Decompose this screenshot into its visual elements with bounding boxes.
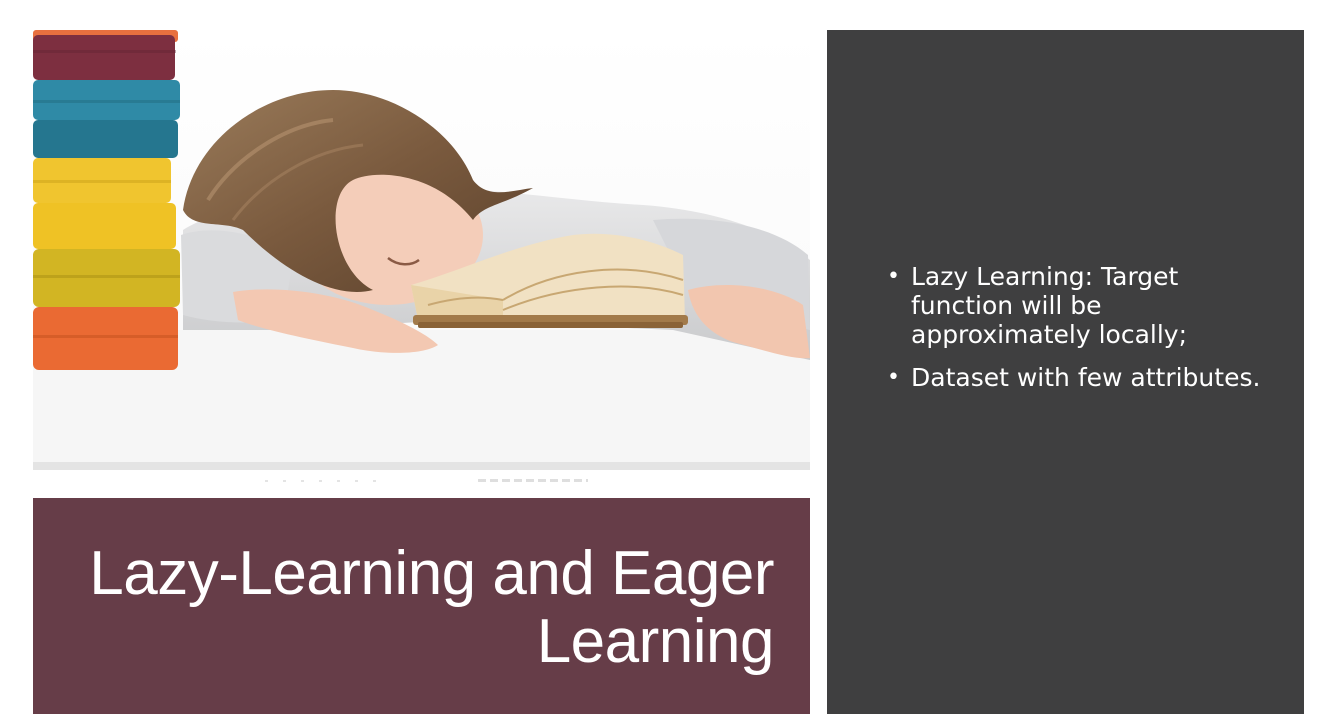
- girl-sleeping-on-book-photo: [33, 30, 810, 470]
- photo-caption-strip: [33, 474, 810, 488]
- caption-mark-1: [265, 480, 385, 482]
- title-block: Lazy-Learning and Eager Learning: [33, 498, 810, 714]
- bullet-text: Dataset with few attributes.: [911, 363, 1261, 392]
- bullet-icon: •: [887, 365, 900, 390]
- book-stack-icon: [33, 30, 180, 370]
- bullet-icon: •: [887, 264, 900, 289]
- bullet-list: • Lazy Learning: Target function will be…: [887, 262, 1267, 406]
- bullet-item: • Lazy Learning: Target function will be…: [887, 262, 1267, 349]
- bullet-item: • Dataset with few attributes.: [887, 363, 1267, 392]
- caption-mark-2: [478, 479, 588, 482]
- bullet-text: Lazy Learning: Target function will be a…: [911, 262, 1188, 349]
- content-panel: • Lazy Learning: Target function will be…: [827, 30, 1304, 714]
- slide-title: Lazy-Learning and Eager Learning: [89, 539, 774, 676]
- slide: Lazy-Learning and Eager Learning • Lazy …: [0, 0, 1322, 723]
